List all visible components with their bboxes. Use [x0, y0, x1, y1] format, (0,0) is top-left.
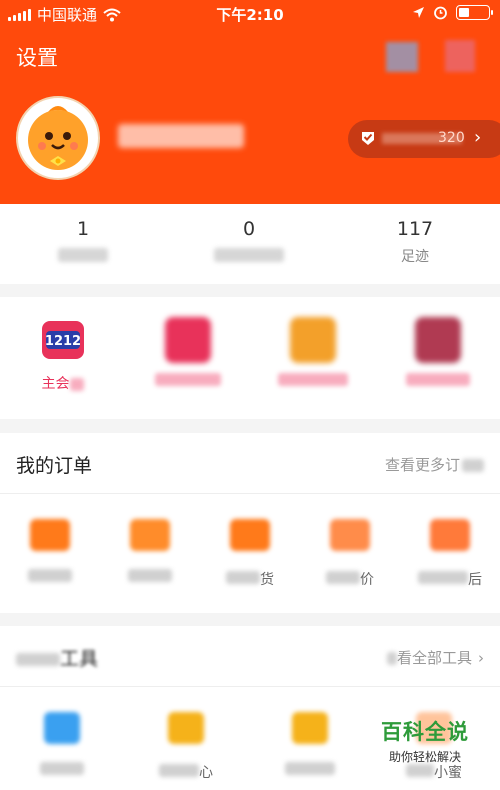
- settings-button[interactable]: 设置: [16, 42, 58, 72]
- status-bar: 中国联通 下午2:10: [0, 0, 500, 28]
- scan-icon[interactable]: [386, 42, 418, 72]
- avatar-mascot-icon: [28, 106, 88, 170]
- tools-title: 工具: [16, 644, 98, 671]
- member-badge-button[interactable]: 320 ›: [348, 120, 500, 158]
- tools-more-link[interactable]: 看全部工具 ›: [386, 647, 484, 668]
- chevron-right-icon: ›: [474, 127, 482, 148]
- profile-header: 设置 320 ›: [0, 28, 500, 204]
- watermark-subtitle: 助你轻松解决: [388, 750, 461, 764]
- watermark: 百科全说 助你轻松解决: [360, 716, 490, 765]
- tool-item-2[interactable]: 心: [136, 712, 236, 782]
- order-pending-ship[interactable]: [100, 519, 200, 586]
- promo-row: 1212 主会: [0, 297, 500, 419]
- watermark-title: 百科全说: [381, 720, 469, 744]
- order-pending-payment[interactable]: [0, 519, 100, 586]
- wallet-icon: [30, 519, 70, 551]
- nickname: [118, 124, 244, 148]
- divider: [0, 686, 500, 687]
- stat-number: 0: [242, 218, 256, 240]
- truck-icon: [230, 519, 270, 551]
- comment-icon: [330, 519, 370, 551]
- stat-label: 足迹: [401, 249, 429, 265]
- order-pending-review[interactable]: 价: [300, 519, 400, 589]
- order-pending-receive[interactable]: 货: [200, 519, 300, 589]
- promo-item-2[interactable]: [125, 317, 250, 390]
- coin-icon: [292, 712, 328, 744]
- stat-following[interactable]: 0: [166, 218, 332, 266]
- tool-item-1[interactable]: [12, 712, 112, 779]
- stat-label: [214, 248, 284, 262]
- refund-icon: [430, 519, 470, 551]
- promo-icon: [289, 317, 336, 363]
- stat-favorites[interactable]: 1: [0, 218, 166, 266]
- stat-number: 1: [76, 218, 90, 240]
- box-icon: [130, 519, 170, 551]
- tools-section: 工具 看全部工具 › 心 小蜜: [0, 626, 500, 790]
- stats-row: 1 0 117 足迹: [0, 204, 500, 284]
- promo-item-3[interactable]: [250, 317, 375, 390]
- stat-label: [58, 248, 108, 262]
- message-icon[interactable]: [445, 40, 475, 72]
- gift-icon: [164, 317, 211, 363]
- battery-icon: [456, 5, 493, 20]
- stat-footprints[interactable]: 117 足迹: [332, 218, 498, 266]
- coin-icon: [168, 712, 204, 744]
- alarm-icon: [434, 6, 447, 20]
- orders-section: 我的订单 查看更多订 货 价 后: [0, 433, 500, 613]
- promo-label: 主会: [41, 376, 70, 392]
- stat-number: 117: [396, 218, 434, 240]
- tool-icon: [44, 712, 80, 744]
- promo-icon: [414, 317, 461, 363]
- promo-item-4[interactable]: [375, 317, 500, 390]
- divider: [0, 493, 500, 494]
- member-check-icon: [362, 132, 374, 145]
- avatar[interactable]: [16, 96, 100, 180]
- 1212-badge-icon: 1212: [40, 317, 86, 363]
- member-value: 320: [438, 130, 465, 146]
- promo-main-venue[interactable]: 1212 主会: [0, 317, 125, 393]
- 1212-text: 1212: [44, 334, 80, 349]
- tool-item-3[interactable]: [260, 712, 360, 779]
- location-arrow-icon: [413, 7, 424, 18]
- orders-more-link[interactable]: 查看更多订: [385, 454, 484, 475]
- orders-title: 我的订单: [16, 455, 93, 477]
- order-after-sales[interactable]: 后: [400, 519, 500, 589]
